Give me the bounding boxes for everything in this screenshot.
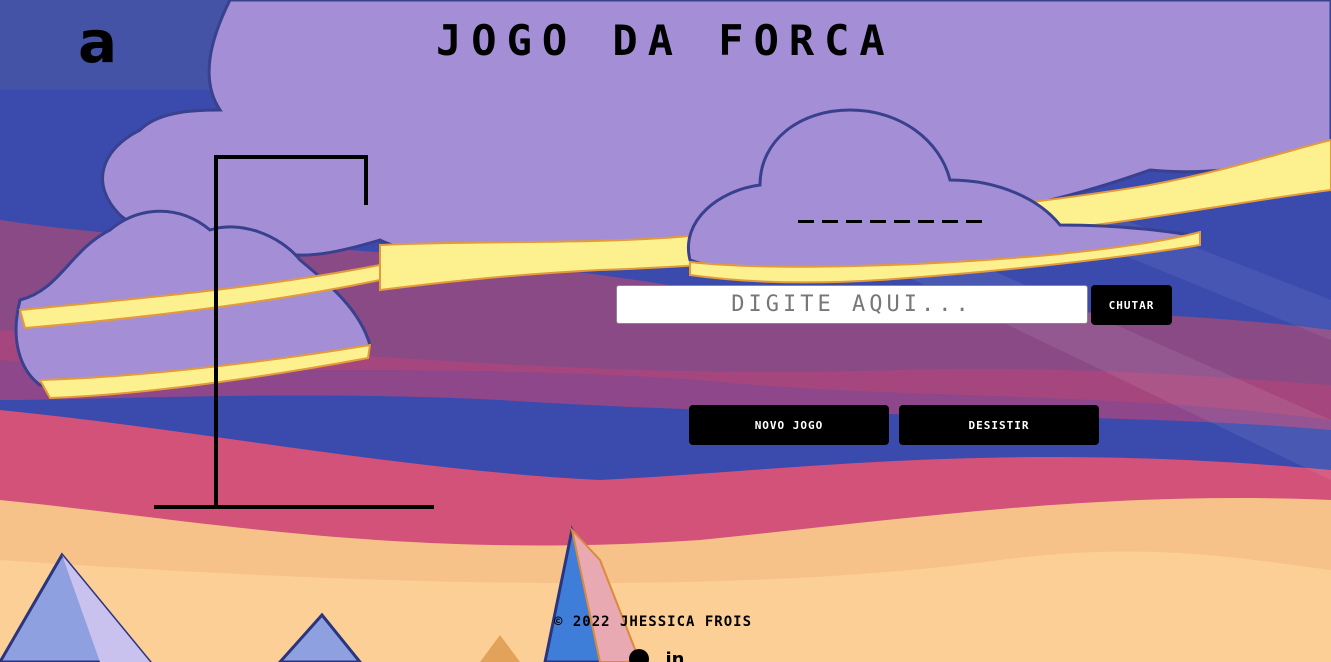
guess-input[interactable] <box>616 285 1088 324</box>
page: a JOGO DA FORCA CHUTAR NOVO JOGO DESISTI… <box>0 0 1331 662</box>
letter-slot <box>894 200 910 223</box>
social-links: in <box>628 648 686 662</box>
background-illustration <box>0 0 1331 662</box>
linkedin-icon[interactable]: in <box>664 648 686 662</box>
github-icon[interactable] <box>628 648 650 662</box>
give-up-button[interactable]: DESISTIR <box>899 405 1099 445</box>
secret-word-slots <box>798 200 982 224</box>
letter-slot <box>942 200 958 223</box>
new-game-button[interactable]: NOVO JOGO <box>689 405 889 445</box>
letter-slot <box>846 200 862 223</box>
footer-copyright: © 2022 JHESSICA FROIS <box>554 614 753 630</box>
letter-slot <box>870 200 886 223</box>
letter-slot <box>966 200 982 223</box>
guess-button[interactable]: CHUTAR <box>1091 285 1172 325</box>
letter-slot <box>798 200 814 223</box>
letter-slot <box>822 200 838 223</box>
page-title: JOGO DA FORCA <box>436 16 895 65</box>
site-logo[interactable]: a <box>78 12 117 72</box>
letter-slot <box>918 200 934 223</box>
